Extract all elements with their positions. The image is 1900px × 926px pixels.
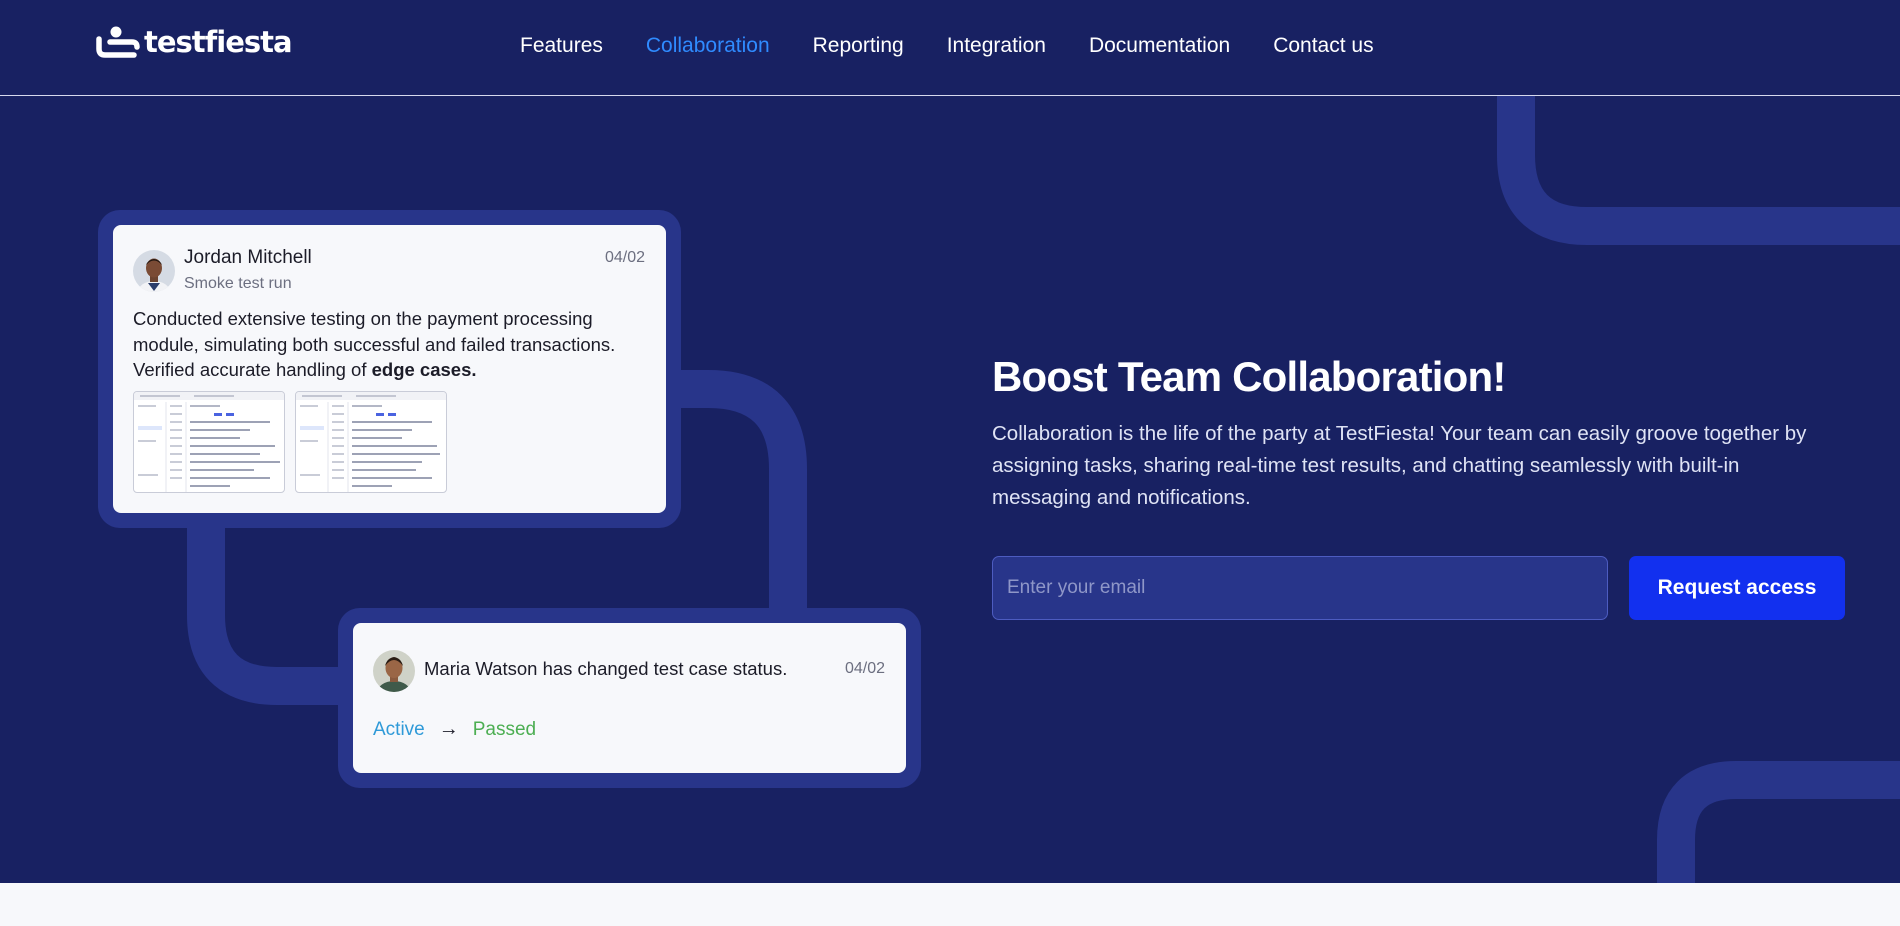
logo[interactable]: testfiesta <box>96 24 293 60</box>
testfiesta-logo-icon <box>96 26 140 58</box>
hero-description: Collaboration is the life of the party a… <box>992 422 1807 509</box>
avatar <box>373 650 415 692</box>
logo-text: testfiesta <box>144 25 293 59</box>
nav-item-documentation[interactable]: Documentation <box>1089 32 1230 60</box>
comment-author: Jordan Mitchell <box>184 247 312 268</box>
status-to: Passed <box>472 718 537 740</box>
comment-body-bold: edge cases. <box>371 359 477 380</box>
page-title: Boost Team Collaboration! <box>992 353 1506 400</box>
status-date: 04/02 <box>844 660 885 677</box>
request-access-button[interactable]: Request access <box>1629 556 1845 620</box>
email-field[interactable] <box>992 556 1608 620</box>
status-message: Maria Watson has changed test case statu… <box>424 658 788 679</box>
screenshot-thumbnail[interactable] <box>295 391 447 493</box>
screenshot-thumbnail[interactable] <box>133 391 285 493</box>
nav-item-reporting[interactable]: Reporting <box>813 32 904 60</box>
hero-section: testfiesta Features Collaboration Report… <box>0 0 1900 883</box>
main-nav: Features Collaboration Reporting Integra… <box>520 32 1417 60</box>
next-section <box>0 883 1900 926</box>
site-header: testfiesta Features Collaboration Report… <box>0 0 1900 96</box>
arrow-right-icon: → <box>438 718 459 740</box>
status-card: Maria Watson has changed test case statu… <box>353 623 906 773</box>
status-from: Active <box>373 718 425 740</box>
nav-item-features[interactable]: Features <box>520 32 603 60</box>
comment-card: Jordan Mitchell Smoke test run 04/02 Con… <box>113 225 666 513</box>
comment-subtitle: Smoke test run <box>184 275 292 292</box>
nav-item-collaboration[interactable]: Collaboration <box>646 32 770 60</box>
avatar <box>133 250 175 292</box>
nav-item-integration[interactable]: Integration <box>947 32 1046 60</box>
status-change: Active → Passed <box>373 718 536 741</box>
comment-date: 04/02 <box>604 249 645 266</box>
nav-item-contact-us[interactable]: Contact us <box>1273 32 1373 60</box>
comment-body: Conducted extensive testing on the payme… <box>133 306 653 383</box>
